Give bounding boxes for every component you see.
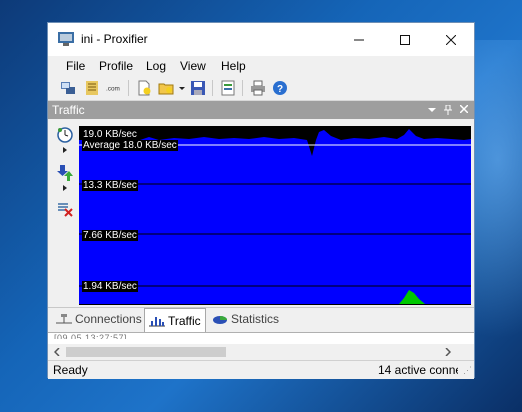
- toolbar-separator: [212, 80, 213, 96]
- tab-traffic-label: Traffic: [168, 313, 201, 328]
- minimize-button[interactable]: [336, 23, 382, 56]
- graph-side-toolbar: [48, 119, 78, 305]
- traffic-graph-canvas: [79, 126, 471, 305]
- proxification-rules-icon[interactable]: [84, 80, 100, 96]
- expand-arrow-icon[interactable]: [62, 147, 68, 153]
- graph-label-top: 19.0 KB/sec: [82, 129, 138, 140]
- minimize-icon: [354, 39, 364, 40]
- traffic-graph: 19.0 KB/sec Average 18.0 KB/sec 13.3 KB/…: [79, 126, 471, 305]
- menu-bar: File Profile Log View Help: [48, 56, 474, 76]
- toolbar-separator: [128, 80, 129, 96]
- graph-label-level-2: 13.3 KB/sec: [82, 180, 138, 191]
- print-icon[interactable]: [250, 80, 266, 96]
- graph-label-level-4: 1.94 KB/sec: [82, 281, 138, 292]
- expand-arrow-icon[interactable]: [62, 185, 68, 191]
- tab-traffic[interactable]: Traffic: [144, 308, 206, 332]
- toolbar: .com ?: [48, 76, 474, 101]
- tab-connections[interactable]: Connections: [52, 309, 146, 329]
- close-icon: [446, 34, 456, 45]
- bottom-tab-bar: Connections Traffic Statistics: [48, 307, 474, 332]
- help-icon[interactable]: ?: [272, 80, 288, 96]
- toolbar-separator: [242, 80, 243, 96]
- proxifier-app-icon: [58, 32, 74, 46]
- menu-profile[interactable]: Profile: [99, 59, 133, 73]
- new-profile-icon[interactable]: [136, 80, 152, 96]
- tab-statistics-label: Statistics: [231, 312, 280, 326]
- menu-view[interactable]: View: [180, 59, 206, 73]
- save-profile-icon[interactable]: [190, 80, 206, 96]
- clock-icon[interactable]: [57, 127, 73, 143]
- svg-text:.com: .com: [106, 85, 120, 92]
- chevron-right-icon: [445, 348, 451, 356]
- scroll-right-button[interactable]: [440, 345, 456, 359]
- panel-menu-icon[interactable]: [428, 106, 436, 114]
- graph-label-average: Average 18.0 KB/sec: [82, 140, 178, 151]
- log-line: [09.05 13:27:57] ...: [54, 333, 140, 339]
- svg-text:?: ?: [277, 84, 283, 95]
- traffic-panel-header: Traffic: [48, 101, 474, 119]
- name-resolution-icon[interactable]: .com: [106, 80, 122, 96]
- status-bar: Ready 14 active conne ⋰: [48, 360, 474, 379]
- status-text: Ready: [53, 363, 88, 377]
- tab-connections-label: Connections: [75, 312, 142, 326]
- maximize-button[interactable]: [382, 23, 428, 56]
- log-panel: [09.05 13:27:57] ...: [48, 332, 474, 360]
- graph-label-level-3: 7.66 KB/sec: [82, 230, 138, 241]
- pin-icon[interactable]: [444, 105, 452, 115]
- proxy-servers-icon[interactable]: [60, 80, 76, 96]
- window-title: ini - Proxifier: [81, 32, 148, 46]
- menu-help[interactable]: Help: [221, 59, 246, 73]
- menu-file[interactable]: File: [66, 59, 85, 73]
- panel-title: Traffic: [52, 103, 85, 117]
- statistics-icon: [213, 316, 227, 324]
- active-connections-count: 14 active conne: [378, 363, 458, 377]
- proxifier-window: ini - Proxifier File Profile Log View He…: [47, 22, 475, 379]
- horizontal-scrollbar[interactable]: [48, 344, 474, 360]
- traffic-icon: [149, 316, 165, 326]
- chevron-left-icon: [54, 348, 60, 356]
- tab-statistics[interactable]: Statistics: [208, 309, 283, 329]
- download-arrow-icon[interactable]: [57, 165, 73, 181]
- maximize-icon: [400, 34, 410, 45]
- open-profile-icon[interactable]: [158, 80, 174, 96]
- clear-graph-icon[interactable]: [57, 201, 73, 217]
- menu-log[interactable]: Log: [146, 59, 166, 73]
- resize-grip-icon[interactable]: ⋰: [463, 365, 472, 376]
- incoming-traffic-area: [79, 129, 471, 305]
- scroll-left-button[interactable]: [49, 345, 65, 359]
- advanced-settings-icon[interactable]: [220, 80, 236, 96]
- scrollbar-thumb[interactable]: [66, 347, 226, 357]
- connections-icon: [56, 314, 72, 324]
- open-profile-dropdown-icon[interactable]: [178, 80, 186, 96]
- close-button[interactable]: [428, 23, 474, 56]
- title-bar[interactable]: ini - Proxifier: [48, 23, 474, 56]
- panel-close-icon[interactable]: [460, 105, 468, 113]
